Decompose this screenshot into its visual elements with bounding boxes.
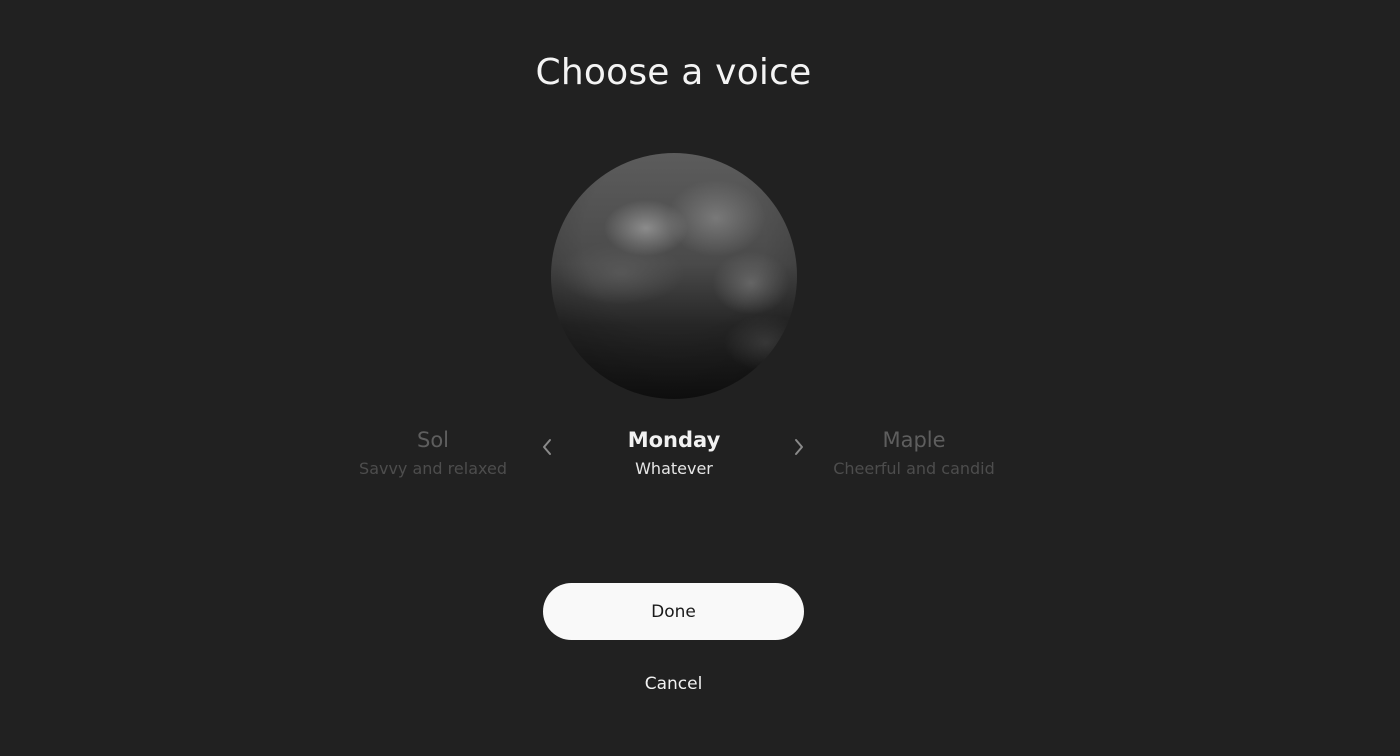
previous-voice-button[interactable] [535, 434, 559, 460]
voice-option-previous-name: Sol [416, 428, 449, 452]
done-button[interactable]: Done [543, 583, 804, 640]
page-title: Choose a voice [535, 52, 812, 93]
chevron-left-icon [543, 439, 551, 455]
voice-option-next[interactable]: Maple Cheerful and candid [804, 424, 1024, 482]
voice-picker-screen: Choose a voice Sol Savvy and relaxed Mon… [0, 0, 1400, 756]
cancel-button[interactable]: Cancel [603, 670, 744, 698]
voice-option-next-name: Maple [882, 428, 946, 452]
voice-option-selected-description: Whatever [635, 459, 713, 478]
voice-option-previous[interactable]: Sol Savvy and relaxed [323, 424, 543, 482]
voice-orb-preview [551, 153, 797, 399]
voice-option-selected-name: Monday [627, 428, 721, 452]
voice-orb-shading [551, 153, 797, 399]
voice-option-next-description: Cheerful and candid [833, 459, 995, 478]
voice-option-selected[interactable]: Monday Whatever [564, 424, 784, 482]
voice-option-previous-description: Savvy and relaxed [359, 459, 507, 478]
